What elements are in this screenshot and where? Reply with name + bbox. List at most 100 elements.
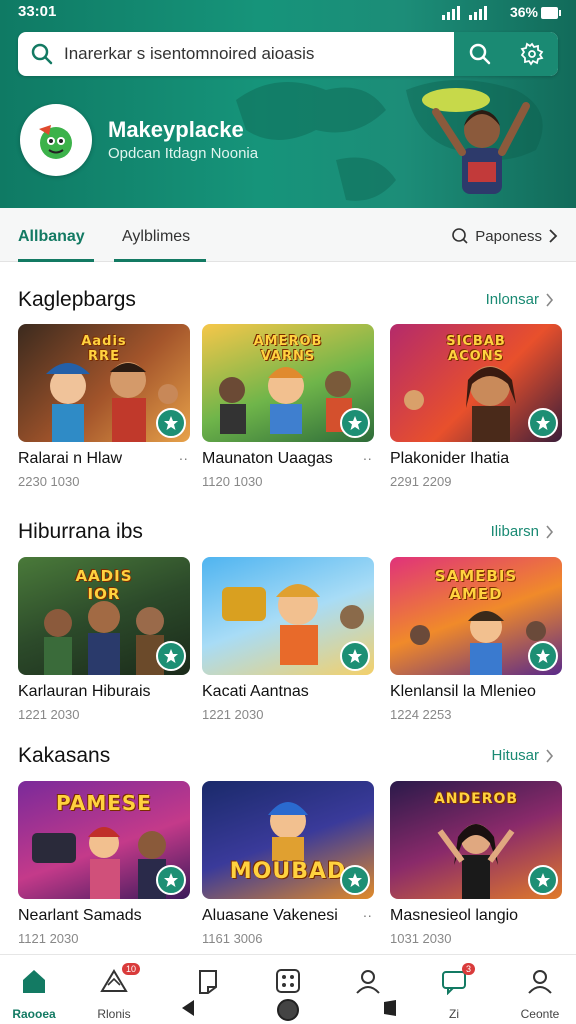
game-thumbnail: PAMESE	[18, 781, 190, 899]
gear-icon	[520, 42, 544, 66]
search-actions	[454, 32, 558, 76]
star-badge	[528, 641, 558, 671]
recents-icon[interactable]	[380, 998, 400, 1018]
game-meta: 1221 2030	[202, 707, 264, 722]
star-badge	[340, 641, 370, 671]
game-title: Plakonider Ihatia	[390, 450, 510, 467]
status-time: 33:01	[18, 3, 57, 20]
section: Kaglepbargs Inlonsar Aadis RRE Ralarai n…	[0, 288, 576, 498]
profile-icon	[356, 970, 380, 994]
game-meta: 1120 1030	[202, 474, 263, 489]
status-bar: 33:01 36%	[0, 0, 576, 28]
filter-icon	[452, 228, 468, 244]
game-meta: 1121 2030	[18, 931, 79, 946]
star-badge	[156, 408, 186, 438]
game-title: Ralarai n Hlaw	[18, 450, 123, 467]
section-title: Kakasans	[18, 744, 111, 767]
section-title: Kaglepbargs	[18, 288, 136, 311]
game-title: Kacati Aantnas	[202, 683, 309, 700]
tab-indicator-secondary	[114, 259, 206, 262]
back-icon[interactable]	[178, 998, 198, 1018]
tab-second[interactable]: Aylblimes	[122, 208, 190, 262]
filter-label: Paponess	[475, 227, 542, 245]
game-meta: 2291 2209	[390, 474, 452, 489]
signal-icon	[442, 6, 487, 20]
star-icon	[348, 416, 362, 430]
see-more-link[interactable]: Ilibarsn	[491, 523, 554, 540]
chevron-right-icon	[546, 292, 554, 307]
star-icon	[348, 873, 362, 887]
battery-percent: 36%	[509, 4, 538, 20]
game-title: Karlauran Hiburais	[18, 683, 151, 700]
star-badge	[340, 865, 370, 895]
game-title: Klenlansil la Mlenieo	[390, 683, 536, 700]
tab-bar: Allbanay Aylblimes Paponess	[0, 208, 576, 262]
game-thumbnail: AADIS IOR	[18, 557, 190, 675]
game-thumbnail: Aadis RRE	[18, 324, 190, 442]
chevron-right-icon	[549, 229, 558, 243]
nav-item-second[interactable]: 10 Rlonis	[82, 963, 146, 1023]
search-button[interactable]	[454, 32, 506, 76]
hero-character-illustration	[422, 88, 530, 194]
app-header: 33:01 36% Inarerkar s isentomnoired aioa…	[0, 0, 576, 208]
more-options-icon[interactable]: ··	[363, 450, 372, 466]
star-icon	[536, 649, 550, 663]
nav-item-home[interactable]: Raooea	[2, 963, 66, 1023]
star-badge	[528, 865, 558, 895]
search-bar[interactable]: Inarerkar s isentomnoired aioasis	[18, 32, 558, 76]
nav-item-account[interactable]: Ceonte	[508, 963, 572, 1023]
game-thumbnail	[202, 557, 374, 675]
section: Hiburrana ibs Ilibarsn AADIS IOR Karlaur…	[0, 520, 576, 730]
nav-item-chat[interactable]: 3 Zi	[422, 963, 486, 1023]
game-title: Maunaton Uaagas	[202, 450, 333, 467]
tab-indicator	[18, 259, 94, 262]
star-icon	[164, 873, 178, 887]
game-thumbnail: SAMEBIS AMED	[390, 557, 562, 675]
grid-icon	[276, 969, 300, 993]
see-more-label: Ilibarsn	[490, 523, 539, 540]
notification-badge: 3	[462, 963, 476, 975]
game-meta: 1224 2253	[390, 707, 452, 722]
account-icon	[528, 970, 552, 994]
nav-label: Ceonte	[520, 1007, 560, 1021]
game-title: Masnesieol langio	[390, 907, 519, 924]
star-badge	[528, 408, 558, 438]
search-icon	[31, 43, 53, 65]
star-icon	[536, 416, 550, 430]
tab-all[interactable]: Allbanay	[18, 208, 85, 262]
star-icon	[164, 649, 178, 663]
search-icon	[469, 43, 491, 65]
app-logo	[20, 104, 92, 176]
star-icon	[348, 649, 362, 663]
filter-button[interactable]: Paponess	[451, 227, 558, 245]
section-title: Hiburrana ibs	[18, 520, 143, 543]
chevron-right-icon	[546, 748, 554, 763]
star-icon	[164, 416, 178, 430]
star-badge	[340, 408, 370, 438]
section: Kakasans Hitusar PAMESE Nearlant Samads …	[0, 744, 576, 954]
game-thumbnail: MOUBAD	[202, 781, 374, 899]
nav-label: Raooea	[12, 1007, 56, 1021]
home-icon	[23, 970, 45, 993]
game-title: Aluasane Vakenesi	[202, 907, 338, 924]
game-thumbnail: SICBAB ACONS	[390, 324, 562, 442]
game-meta: 2230 1030	[18, 474, 80, 489]
home-button-icon[interactable]	[276, 998, 300, 1022]
star-icon	[536, 873, 550, 887]
notification-badge: 10	[122, 963, 141, 975]
battery-icon	[541, 7, 561, 19]
nav-label: Rlonis	[97, 1007, 131, 1021]
settings-button[interactable]	[506, 32, 558, 76]
more-options-icon[interactable]: ··	[363, 907, 372, 923]
mascot-icon	[39, 125, 72, 159]
document-icon	[199, 970, 217, 994]
more-options-icon[interactable]: ··	[179, 450, 188, 466]
game-title: Nearlant Samads	[18, 907, 142, 924]
game-thumbnail: ANDEROB	[390, 781, 562, 899]
see-more-link[interactable]: Inlonsar	[486, 291, 554, 308]
search-input[interactable]: Inarerkar s isentomnoired aioasis	[64, 44, 314, 64]
game-meta: 1031 2030	[390, 931, 452, 946]
see-more-link[interactable]: Hitusar	[491, 747, 554, 764]
game-meta: 1161 3006	[202, 931, 263, 946]
game-thumbnail: AMEROB VARNS	[202, 324, 374, 442]
